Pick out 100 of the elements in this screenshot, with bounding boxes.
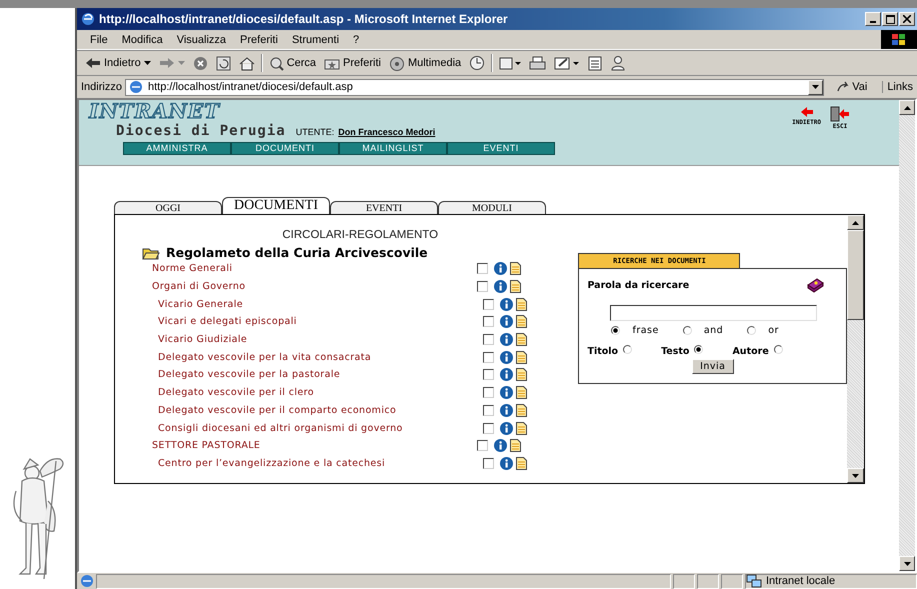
user-link[interactable]: Don Francesco Medori — [338, 127, 436, 137]
close-button[interactable] — [899, 12, 915, 26]
intranet-icon — [746, 574, 762, 588]
radio-button[interactable] — [694, 345, 704, 354]
info-icon[interactable] — [500, 315, 513, 328]
search-field[interactable] — [610, 305, 818, 321]
tab[interactable]: EVENTI — [330, 201, 438, 214]
radio-button[interactable] — [611, 326, 620, 335]
toolbar-button[interactable]: Preferiti — [320, 56, 385, 70]
document-icon[interactable] — [510, 262, 521, 276]
radio-button[interactable] — [747, 326, 756, 335]
document-link[interactable]: Delegato vescovile per la pastorale — [158, 369, 340, 380]
document-link[interactable]: Vicari e delegati episcopali — [158, 316, 297, 328]
info-icon[interactable] — [494, 439, 507, 452]
checkbox[interactable] — [483, 298, 494, 310]
checkbox[interactable] — [477, 281, 488, 292]
radio-label: Testo — [661, 346, 690, 357]
nav-item[interactable]: EVENTI — [447, 142, 555, 155]
document-icon[interactable] — [516, 368, 527, 382]
document-link[interactable]: Delegato vescovile per il clero — [158, 387, 314, 398]
scroll-down-icon[interactable] — [852, 474, 860, 478]
menu-item[interactable]: File — [83, 34, 115, 46]
document-icon[interactable] — [510, 280, 521, 294]
maximize-button[interactable] — [882, 12, 898, 26]
document-link[interactable]: Organi di Governo — [152, 281, 246, 292]
scrollbar[interactable] — [899, 100, 915, 571]
checkbox[interactable] — [477, 263, 488, 274]
document-link[interactable]: Norme Generali — [152, 263, 232, 274]
document-link[interactable]: Centro per l’evangelizzazione e la catechesi — [158, 458, 386, 469]
checkbox[interactable] — [483, 458, 494, 469]
document-link[interactable]: Vicario Giudiziale — [158, 334, 248, 346]
document-link[interactable]: SETTORE PASTORALE — [152, 440, 260, 452]
dropdown-button[interactable] — [808, 80, 824, 94]
info-icon[interactable] — [500, 350, 513, 364]
info-icon[interactable] — [500, 386, 513, 400]
caret-icon — [178, 61, 185, 65]
back-arrow-icon — [85, 57, 101, 69]
site-subtitle: Diocesi di Perugia — [116, 123, 286, 139]
radio-label: Titolo — [587, 346, 618, 357]
tab[interactable]: OGGI — [114, 201, 222, 214]
info-icon[interactable] — [500, 422, 513, 435]
document-icon[interactable] — [510, 439, 521, 452]
radio-label: and — [704, 325, 724, 336]
scroll-up-icon[interactable] — [904, 106, 910, 110]
media-icon — [388, 56, 405, 70]
document-link[interactable]: Consigli diocesani ed altri organismi di governo — [158, 422, 403, 434]
nav-item[interactable]: AMMINISTRA — [123, 142, 231, 155]
document-link[interactable]: Delegato vescovile per il comparto economico — [158, 404, 396, 416]
checkbox[interactable] — [483, 352, 494, 363]
document-link[interactable]: Delegato vescovile per la vita consacrata — [158, 352, 372, 363]
checkbox[interactable] — [483, 404, 494, 416]
document-icon[interactable] — [516, 404, 527, 417]
info-icon[interactable] — [500, 404, 513, 417]
nav-item[interactable]: MAILINGLIST — [339, 142, 447, 155]
document-icon[interactable] — [516, 333, 527, 346]
info-icon[interactable] — [500, 333, 513, 346]
info-icon[interactable] — [500, 368, 513, 382]
document-icon[interactable] — [516, 315, 527, 328]
document-link[interactable]: Vicario Generale — [158, 298, 244, 310]
document-icon[interactable] — [516, 298, 527, 311]
document-icon[interactable] — [516, 350, 527, 364]
info-icon[interactable] — [494, 280, 507, 294]
menu-item[interactable]: Visualizza — [170, 34, 234, 46]
links-button[interactable]: Links — [882, 81, 917, 93]
checkbox[interactable] — [483, 316, 494, 328]
scroll-up-icon[interactable] — [852, 220, 860, 224]
tab[interactable]: MODULI — [438, 201, 546, 214]
go-button[interactable]: Vai — [827, 81, 880, 93]
menu-item[interactable]: ? — [346, 34, 366, 46]
info-icon[interactable] — [494, 262, 507, 276]
section-title: CIRCOLARI-REGOLAMENTO — [281, 229, 440, 241]
radio-button[interactable] — [623, 345, 632, 354]
radio-button[interactable] — [774, 345, 783, 354]
submit-button[interactable]: Invia — [692, 359, 734, 374]
document-icon[interactable] — [516, 456, 527, 470]
toolbar-button[interactable]: Multimedia — [384, 56, 466, 70]
address-field[interactable]: http://localhost/intranet/diocesi/default.asp — [124, 78, 824, 96]
toolbar-button[interactable]: Cerca — [264, 56, 320, 70]
tab[interactable]: DOCUMENTI — [222, 197, 330, 214]
forward-arrow-icon — [158, 57, 175, 69]
info-icon[interactable] — [500, 456, 513, 470]
checkbox[interactable] — [477, 440, 488, 452]
scrollbar[interactable] — [847, 215, 864, 483]
checkbox[interactable] — [483, 369, 494, 380]
checkbox[interactable] — [483, 334, 494, 346]
document-icon[interactable] — [516, 386, 527, 400]
menu-item[interactable]: Strumenti — [284, 34, 346, 46]
menu-item[interactable]: Modifica — [114, 34, 170, 46]
caret-icon — [144, 61, 151, 65]
checkbox[interactable] — [483, 387, 494, 398]
toolbar-button[interactable]: Indietro — [81, 57, 155, 69]
scroll-down-icon[interactable] — [904, 562, 910, 566]
minimize-button[interactable] — [865, 12, 881, 26]
radio-label: frase — [632, 325, 659, 336]
info-icon[interactable] — [500, 298, 513, 311]
checkbox[interactable] — [483, 422, 494, 434]
menu-item[interactable]: Preferiti — [233, 34, 285, 46]
document-icon[interactable] — [516, 422, 527, 435]
radio-button[interactable] — [682, 326, 692, 335]
nav-item[interactable]: DOCUMENTI — [231, 142, 339, 155]
